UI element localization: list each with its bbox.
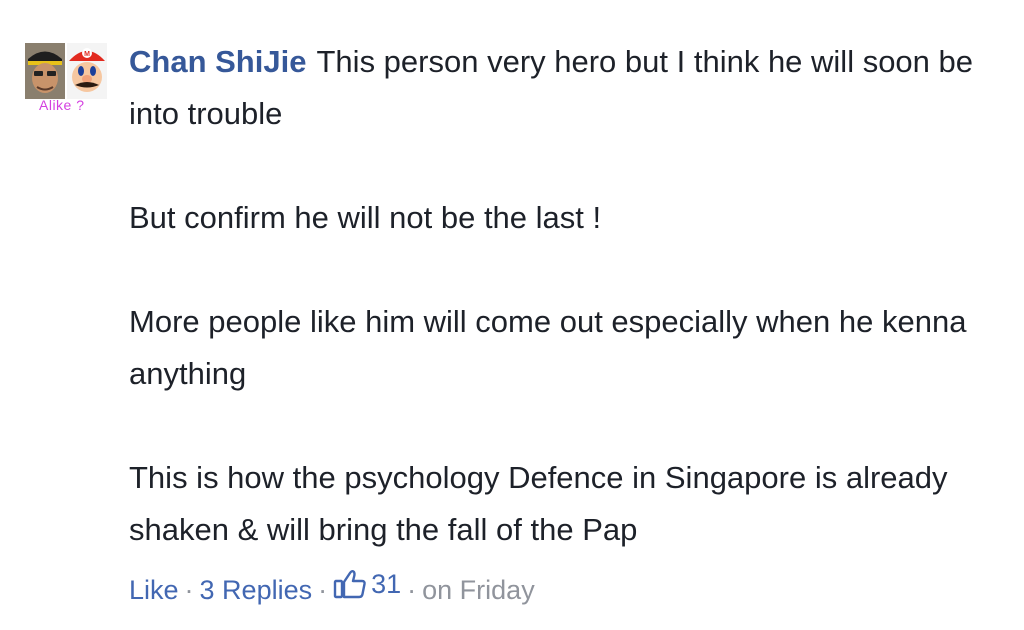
replies-link[interactable]: 3 Replies xyxy=(200,575,313,605)
comment-paragraph: But confirm he will not be the last ! xyxy=(129,200,602,235)
separator-dot: · xyxy=(184,575,194,605)
comment-paragraph: Chan ShiJie This person very hero but I … xyxy=(129,36,1009,140)
comment: M Alike ? Chan ShiJie This person very h… xyxy=(0,0,1024,630)
timestamp[interactable]: on Friday xyxy=(422,575,535,605)
author-name-link[interactable]: Chan ShiJie xyxy=(129,44,306,79)
like-count[interactable]: 31 xyxy=(333,562,401,606)
avatar[interactable]: M Alike ? xyxy=(25,43,107,115)
comment-body: Chan ShiJie This person very hero but I … xyxy=(129,36,1009,556)
like-count-value: 31 xyxy=(371,569,402,599)
comment-paragraph: More people like him will come out espec… xyxy=(129,304,967,391)
thumbs-up-icon xyxy=(333,570,366,599)
svg-text:M: M xyxy=(84,51,90,58)
avatar-caption: Alike ? xyxy=(39,97,85,113)
separator-dot: · xyxy=(318,575,328,605)
separator-dot: · xyxy=(407,575,417,605)
comment-paragraph: This is how the psychology Defence in Si… xyxy=(129,460,948,547)
comment-actions: Like · 3 Replies · 31 · on Friday xyxy=(129,562,535,612)
like-link[interactable]: Like xyxy=(129,575,179,605)
